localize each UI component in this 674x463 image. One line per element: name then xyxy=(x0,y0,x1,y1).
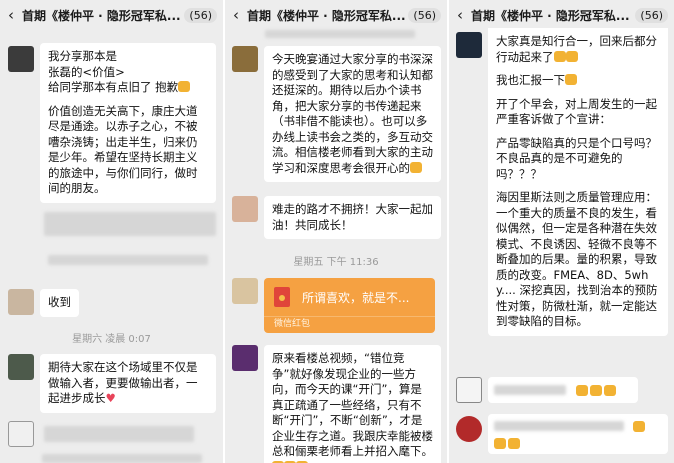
clap-emoji-icon xyxy=(553,50,566,62)
back-arrow-icon[interactable]: ‹ xyxy=(225,6,247,24)
message-bubble[interactable]: 难走的路才不拥挤！大家一起加油！共同成长！ xyxy=(264,196,441,239)
blurred-content xyxy=(42,454,202,463)
message-bubble[interactable]: 期待大家在这个场域里不仅是做输入者，更要做输出者，一起进步成长♥ xyxy=(40,354,216,413)
member-count: (56) xyxy=(184,7,217,23)
blurred-content xyxy=(494,385,566,395)
message-bubble[interactable]: 我分享那本是 张磊的<价值> 给同学那本有点旧了 抱歉 价值创造无关高下，康庄大… xyxy=(40,43,216,203)
avatar[interactable] xyxy=(232,278,258,304)
clap-emoji-icon xyxy=(178,81,191,92)
message-bubble[interactable] xyxy=(488,414,668,454)
chat-panel-2: ‹ 首期《楼仲平 · 隐形冠军私... (56) 今天晚宴通过大家分享的书深深的… xyxy=(225,0,447,463)
avatar[interactable] xyxy=(456,32,482,58)
avatar[interactable] xyxy=(232,196,258,222)
member-count: (56) xyxy=(635,7,668,23)
chat-header: ‹ 首期《楼仲平 · 隐形冠军私... (56) xyxy=(225,0,447,30)
smile-emoji-icon xyxy=(410,161,422,173)
blurred-content xyxy=(265,30,415,38)
heart-emoji-icon: ♥ xyxy=(105,391,116,405)
chat-title: 首期《楼仲平 · 隐形冠军私... xyxy=(471,8,630,23)
avatar[interactable] xyxy=(8,421,34,447)
chat-title: 首期《楼仲平 · 隐形冠军私... xyxy=(22,8,181,23)
clap-emoji-icon xyxy=(576,385,588,396)
smile-emoji-icon xyxy=(565,74,577,85)
avatar[interactable] xyxy=(232,345,258,371)
message-bubble[interactable]: 大家真是知行合一，回来后都分行动起来了 我也汇报一下 开了个早会，对上周发生的一… xyxy=(488,28,668,336)
blurred-content xyxy=(494,421,624,431)
clap-emoji-icon xyxy=(565,50,578,62)
avatar[interactable] xyxy=(8,289,34,315)
chat-panel-1: ‹ 首期《楼仲平 · 隐形冠军私... (56) 我分享那本是 张磊的<价值> … xyxy=(0,0,223,463)
clap-emoji-icon xyxy=(508,438,520,449)
blurred-quote xyxy=(44,212,216,236)
avatar[interactable] xyxy=(8,354,34,380)
avatar[interactable] xyxy=(8,46,34,72)
member-count: (56) xyxy=(408,7,441,23)
clap-emoji-icon xyxy=(590,385,602,396)
back-arrow-icon[interactable]: ‹ xyxy=(449,6,471,24)
red-packet[interactable]: 所谓喜欢，就是不... 微信红包 xyxy=(264,278,435,333)
chat-header: ‹ 首期《楼仲平 · 隐形冠军私... (56) xyxy=(0,0,223,30)
chat-title: 首期《楼仲平 · 隐形冠军私... xyxy=(247,8,406,23)
red-packet-icon xyxy=(274,287,290,307)
avatar[interactable] xyxy=(456,377,482,403)
chat-panel-3: ‹ 首期《楼仲平 · 隐形冠军私... (56) 大家真是知行合一，回来后都分行… xyxy=(449,0,674,463)
chat-header: ‹ 首期《楼仲平 · 隐形冠军私... (56) xyxy=(449,0,674,30)
message-bubble[interactable]: 收到 xyxy=(40,289,79,317)
message-bubble[interactable] xyxy=(488,377,638,403)
clap-emoji-icon xyxy=(604,385,616,396)
clap-emoji-icon xyxy=(494,438,506,449)
timestamp: 星期五 下午 11:36 xyxy=(293,257,379,268)
back-arrow-icon[interactable]: ‹ xyxy=(0,6,22,24)
avatar[interactable] xyxy=(232,46,258,72)
blurred-content xyxy=(48,255,208,265)
message-bubble[interactable]: 今天晚宴通过大家分享的书深深的感受到了大家的思考和认知都还挺深的。期待以后办个读… xyxy=(264,46,441,182)
timestamp: 星期六 凌晨 0:07 xyxy=(72,334,151,345)
message-bubble[interactable]: 原来看楼总视频，“错位竞争”就好像发现企业的一些方向，而今天的课“开门”，算是真… xyxy=(264,345,441,463)
blurred-content xyxy=(44,426,194,442)
avatar[interactable] xyxy=(456,416,482,442)
clap-emoji-icon xyxy=(633,421,645,432)
